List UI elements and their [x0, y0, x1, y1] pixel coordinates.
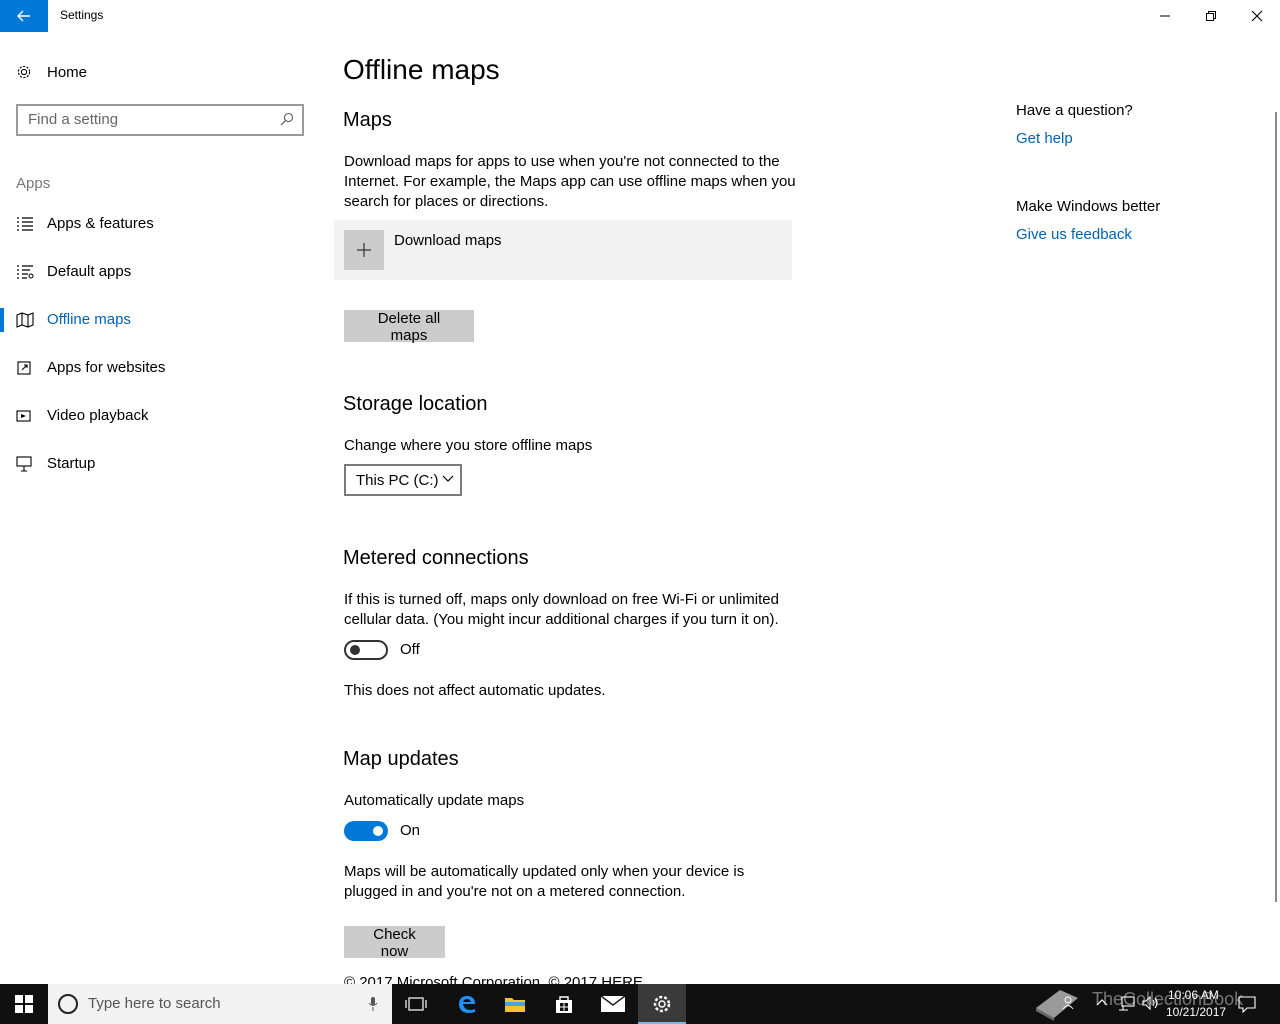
get-help-link[interactable]: Get help [1016, 130, 1073, 147]
restore-button[interactable] [1188, 0, 1234, 32]
startup-icon [16, 456, 32, 472]
settings-gear-icon [653, 995, 671, 1013]
edge-button[interactable] [443, 984, 491, 1024]
clock-time[interactable]: 10:06 AM [1168, 988, 1219, 1002]
chevron-down-icon [442, 475, 454, 482]
auto-update-toggle-state: On [400, 822, 421, 839]
toggle-knob [350, 645, 360, 655]
taskbar-search-box[interactable]: Type here to search [48, 984, 392, 1024]
sidebar-item-label: Startup [47, 455, 96, 472]
storage-location-dropdown[interactable]: This PC (C:) [344, 464, 462, 496]
close-icon [1251, 10, 1263, 22]
storage-selected-value: This PC (C:) [356, 472, 439, 489]
storage-description: Change where you store offline maps [344, 437, 593, 454]
maps-heading: Maps [343, 109, 392, 131]
cortana-icon [58, 994, 78, 1014]
maps-description: Download maps for apps to use when you'r… [344, 153, 796, 210]
search-input[interactable] [28, 111, 278, 128]
give-feedback-link[interactable]: Give us feedback [1016, 226, 1132, 243]
start-button[interactable] [0, 984, 48, 1024]
home-link[interactable]: Home [16, 60, 87, 84]
volume-icon[interactable] [1142, 995, 1160, 1011]
sidebar-item-startup[interactable]: Startup [0, 444, 320, 484]
auto-update-note: Maps will be automatically updated only … [344, 863, 745, 900]
taskbar: Type here to search TheCollectionBook 10… [0, 984, 1280, 1024]
taskbar-search-placeholder: Type here to search [88, 995, 221, 1012]
minimize-icon [1160, 15, 1170, 17]
sidebar-item-default-apps[interactable]: Default apps [0, 252, 320, 292]
sidebar-item-label: Apps for websites [47, 359, 166, 376]
title-bar: Settings [0, 0, 1280, 32]
storage-heading: Storage location [343, 393, 488, 415]
metered-toggle-state: Off [400, 641, 420, 658]
page-title: Offline maps [343, 54, 500, 85]
scrollbar[interactable] [1275, 112, 1277, 902]
download-maps-label: Download maps [394, 232, 502, 249]
back-button[interactable] [0, 0, 48, 32]
section-label: Apps [16, 175, 51, 192]
folder-icon [505, 998, 525, 1012]
minimize-button[interactable] [1142, 0, 1188, 32]
check-now-button[interactable]: Check now [344, 926, 445, 960]
sidebar-item-video-playback[interactable]: Video playback [0, 396, 320, 436]
sidebar-item-label: Offline maps [47, 311, 131, 328]
network-icon[interactable] [1118, 995, 1136, 1011]
sidebar-item-apps-for-websites[interactable]: Apps for websites [0, 348, 320, 388]
task-view-icon [405, 997, 427, 1011]
action-center-icon[interactable] [1238, 995, 1256, 1013]
feedback-heading: Make Windows better [1016, 198, 1161, 215]
mail-icon [601, 996, 625, 1012]
sidebar-item-apps-features[interactable]: Apps & features [0, 204, 320, 244]
metered-note: This does not affect automatic updates. [344, 682, 606, 699]
clock-date[interactable]: 10/21/2017 [1166, 1005, 1226, 1019]
auto-update-toggle[interactable] [344, 821, 388, 841]
close-button[interactable] [1234, 0, 1280, 32]
task-view-button[interactable] [392, 984, 440, 1024]
delete-all-maps-button[interactable]: Delete all maps [344, 310, 474, 344]
metered-toggle[interactable] [344, 640, 388, 660]
windows-logo-icon [15, 995, 33, 1013]
window-title: Settings [60, 8, 104, 22]
people-icon[interactable] [1062, 996, 1074, 1010]
video-playback-icon [16, 410, 31, 422]
settings-taskbar-button[interactable] [638, 984, 686, 1024]
home-label: Home [47, 63, 88, 81]
microphone-icon[interactable] [368, 996, 378, 1012]
default-apps-icon [17, 265, 34, 279]
sidebar-item-label: Video playback [47, 407, 149, 424]
file-explorer-button[interactable] [491, 984, 539, 1024]
back-arrow-icon [17, 10, 30, 22]
settings-search[interactable] [16, 104, 304, 136]
question-heading: Have a question? [1016, 102, 1133, 119]
system-tray: TheCollectionBook [1030, 984, 1280, 1024]
toggle-knob [373, 826, 383, 836]
search-icon[interactable] [280, 112, 294, 126]
book-logo-icon [1036, 990, 1078, 1021]
metered-heading: Metered connections [343, 547, 529, 569]
chevron-up-icon[interactable] [1096, 998, 1108, 1006]
download-maps-button[interactable]: Download maps [334, 220, 792, 280]
metered-description: If this is turned off, maps only downloa… [344, 591, 779, 628]
store-icon [556, 996, 572, 1013]
gear-icon [17, 65, 31, 79]
sidebar-item-label: Apps & features [47, 215, 154, 232]
apps-features-icon [17, 217, 33, 231]
auto-update-label: Automatically update maps [344, 792, 525, 809]
plus-icon [344, 230, 384, 270]
sidebar-item-label: Default apps [47, 263, 132, 280]
offline-maps-icon [16, 312, 34, 328]
apps-for-websites-icon [17, 361, 31, 375]
restore-icon [1206, 11, 1216, 21]
mail-button[interactable] [589, 984, 637, 1024]
sidebar-item-offline-maps[interactable]: Offline maps [0, 300, 320, 340]
store-button[interactable] [540, 984, 588, 1024]
edge-icon [459, 996, 475, 1013]
map-updates-heading: Map updates [343, 748, 459, 770]
